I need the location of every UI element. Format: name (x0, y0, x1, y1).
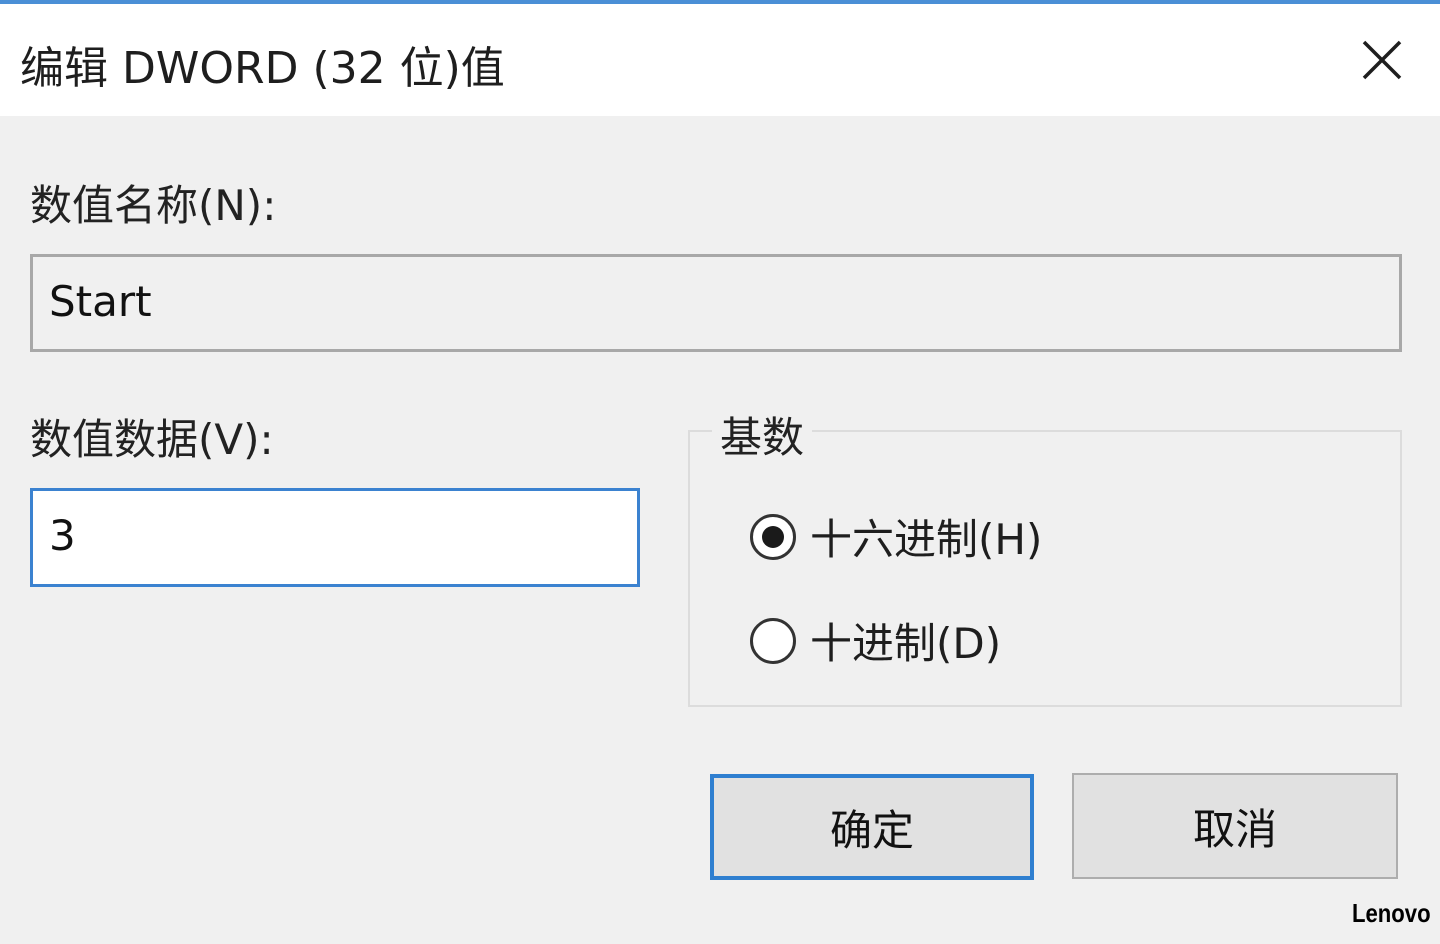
edit-dword-dialog: 编辑 DWORD (32 位)值 数值名称(N): Start 数值数据(V):… (0, 0, 1440, 944)
radio-hexadecimal[interactable]: 十六进制(H) (750, 506, 1042, 567)
ok-button-label: 确定 (829, 805, 914, 855)
radio-hexadecimal-circle[interactable] (750, 513, 796, 560)
radio-selected-dot (762, 525, 784, 548)
ok-button[interactable]: 确定 (710, 774, 1034, 880)
window-title: 编辑 DWORD (32 位)值 (20, 43, 505, 94)
radio-decimal-label: 十进制(D) (810, 619, 1002, 668)
radio-decimal[interactable]: 十进制(D) (750, 610, 1001, 671)
value-data-field[interactable]: 3 (30, 488, 640, 587)
cancel-button-label: 取消 (1192, 804, 1277, 854)
radio-hexadecimal-label: 十六进制(H) (810, 515, 1043, 564)
radio-decimal-circle[interactable] (750, 617, 796, 664)
value-data-label: 数值数据(V): (30, 415, 274, 464)
title-bar[interactable]: 编辑 DWORD (32 位)值 (0, 4, 1440, 116)
cancel-button[interactable]: 取消 (1072, 773, 1398, 879)
close-icon (1362, 40, 1402, 80)
close-button[interactable] (1350, 28, 1414, 92)
value-name-field[interactable]: Start (30, 254, 1402, 352)
value-data-text: 3 (49, 511, 76, 560)
value-name-text: Start (49, 277, 152, 326)
base-group-label: 基数 (712, 404, 813, 465)
lenovo-watermark: Lenovo (1352, 898, 1431, 928)
value-name-label: 数值名称(N): (30, 181, 277, 230)
